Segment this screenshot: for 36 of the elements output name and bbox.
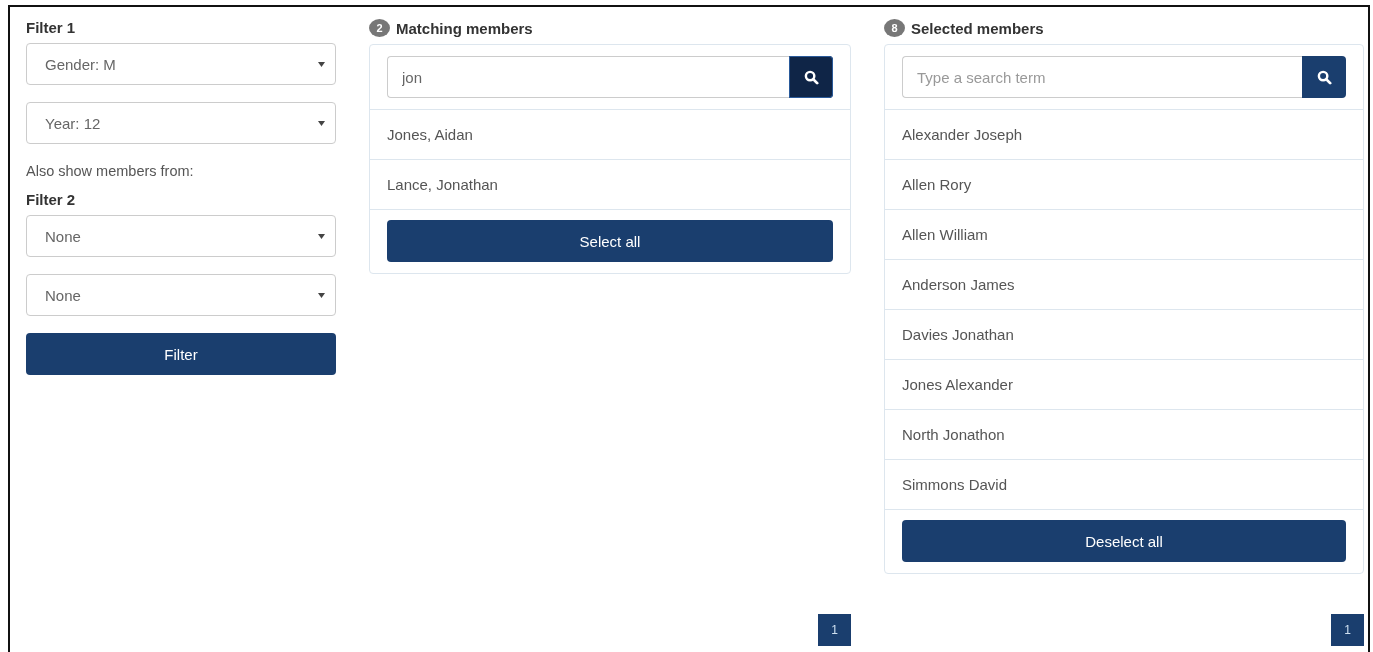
filter-title: Filter 2 [26, 191, 77, 208]
dropdown[interactable]: Gender: M [26, 43, 336, 85]
page-button[interactable]: 1 [1331, 614, 1364, 646]
search-button[interactable] [1302, 56, 1346, 98]
member-item[interactable]: Lance, Jonathan [370, 160, 850, 210]
member-item[interactable]: North Jonathon [885, 410, 1363, 460]
member-item[interactable]: Allen Rory [885, 160, 1363, 210]
member-item[interactable]: Davies Jonathan [885, 310, 1363, 360]
member-item[interactable]: Jones Alexander [885, 360, 1363, 410]
member-item[interactable]: Jones, Aidan [370, 110, 850, 160]
caret-icon [318, 292, 325, 298]
count-badge: 2 [369, 19, 390, 37]
dropdown[interactable]: Year: 12 [26, 102, 336, 144]
filter-note: Also show members from: [26, 163, 195, 179]
member-item[interactable]: Alexander Joseph [885, 110, 1363, 160]
search-button[interactable] [789, 56, 833, 98]
caret-icon [318, 61, 325, 67]
member-item[interactable]: Anderson James [885, 260, 1363, 310]
search-field[interactable]: Type a search term [902, 56, 1302, 98]
dropdown[interactable]: None [26, 274, 336, 316]
select-button[interactable]: Deselect all [902, 520, 1346, 562]
member-item[interactable]: Simmons David [885, 460, 1363, 510]
search-field[interactable]: jon [387, 56, 789, 98]
caret-icon [318, 120, 325, 126]
search-icon [803, 69, 819, 85]
count-badge: 8 [884, 19, 905, 37]
filter-title: Filter 1 [26, 19, 77, 36]
filter-button[interactable]: Filter [26, 333, 336, 375]
select-button[interactable]: Select all [387, 220, 833, 262]
dropdown[interactable]: None [26, 215, 336, 257]
caret-icon [318, 233, 325, 239]
search-icon [1316, 69, 1332, 85]
panel-title: Matching members [396, 19, 533, 37]
member-item[interactable]: Allen William [885, 210, 1363, 260]
page-button[interactable]: 1 [818, 614, 851, 646]
panel-title: Selected members [911, 19, 1044, 37]
